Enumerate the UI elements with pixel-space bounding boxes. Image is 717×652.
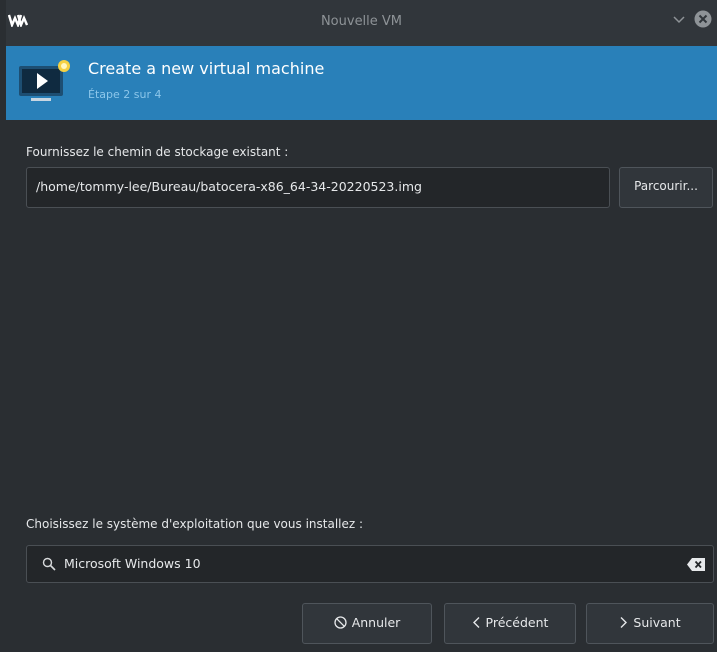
os-search-field[interactable]: Microsoft Windows 10 xyxy=(26,545,714,583)
cancel-icon xyxy=(334,616,347,629)
storage-path-label: Fournissez le chemin de stockage existan… xyxy=(26,145,289,159)
chevron-down-icon[interactable] xyxy=(671,11,687,27)
browse-button[interactable]: Parcourir... xyxy=(619,167,713,208)
close-icon[interactable] xyxy=(694,10,712,28)
cancel-button[interactable]: Annuler xyxy=(302,603,432,644)
chevron-left-icon xyxy=(472,617,480,628)
next-button[interactable]: Suivant xyxy=(586,603,714,644)
previous-button[interactable]: Précédent xyxy=(444,603,576,644)
chevron-right-icon xyxy=(620,617,628,628)
clear-text-icon[interactable] xyxy=(687,558,705,571)
next-label: Suivant xyxy=(633,615,681,630)
wizard-title: Create a new virtual machine xyxy=(88,59,325,78)
title-bar[interactable]: Nouvelle VM xyxy=(6,0,717,46)
os-label: Choisissez le système d'exploitation que… xyxy=(26,517,364,531)
previous-label: Précédent xyxy=(485,615,549,630)
window-title: Nouvelle VM xyxy=(320,14,403,29)
os-search-value: Microsoft Windows 10 xyxy=(64,556,201,571)
wizard-step: Étape 2 sur 4 xyxy=(88,88,162,101)
monitor-play-icon xyxy=(19,60,70,101)
storage-path-input[interactable]: /home/tommy-lee/Bureau/batocera-x86_64-3… xyxy=(26,167,610,208)
new-vm-dialog: Nouvelle VM Create a new virtual machine… xyxy=(6,0,717,652)
cancel-label: Annuler xyxy=(351,615,401,630)
search-icon xyxy=(42,557,56,571)
wizard-header: Create a new virtual machine Étape 2 sur… xyxy=(6,46,717,120)
